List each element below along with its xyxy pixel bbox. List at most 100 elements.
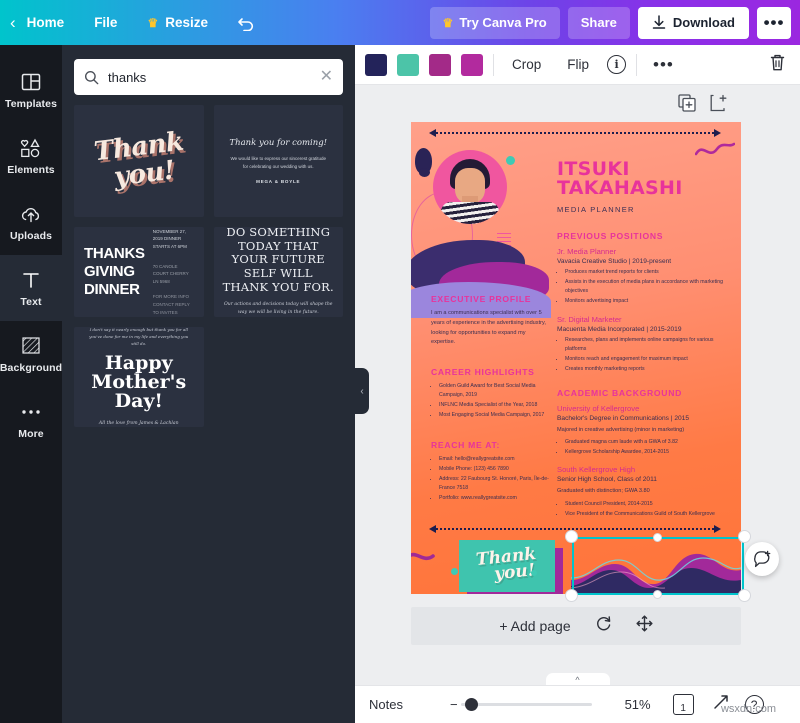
clear-search-icon[interactable]: ✕ (320, 69, 333, 85)
thumb-content: Thank you! (74, 105, 204, 217)
toolbar-more-icon[interactable]: ••• (647, 55, 680, 75)
search-box[interactable]: ✕ (74, 59, 343, 95)
sidebar-item-elements[interactable]: Elements (0, 123, 62, 189)
resume-role: MEDIA PLANNER (557, 204, 635, 214)
template-thumb-thanksgiving-dinner[interactable]: THANKSGIVINGDINNER WEDNESDAY NOVEMBER 27… (74, 227, 204, 317)
thumb-quote: DO SOMETHING TODAY THAT YOUR FUTURE SELF… (222, 227, 334, 294)
design-right-column: ITSUKI TAKAHASHI MEDIA PLANNER PREVIOUS … (557, 159, 729, 520)
executive-profile-body: I am a communications specialist with ov… (431, 310, 546, 346)
resize-button[interactable]: ♛ Resize (132, 7, 223, 39)
thumb-content: Thank you for coming! We would like to e… (214, 105, 344, 217)
contact-bullets: Email: hello@reallygreatsite.com Mobile … (439, 455, 549, 503)
page-count-button[interactable]: 1 (672, 691, 697, 715)
home-button[interactable]: Home (12, 7, 80, 39)
color-swatch-2[interactable] (397, 53, 419, 76)
list-item: Email: hello@reallygreatsite.com (439, 455, 549, 464)
list-item: Produces market trend reports for client… (565, 268, 729, 277)
thumb-content: I don't say it nearly enough but thank y… (74, 327, 204, 427)
list-item: Student Council President, 2014-2015 (565, 500, 729, 509)
delete-button[interactable] (769, 53, 790, 77)
file-label: File (94, 15, 118, 30)
list-item: Monitors advertising impact (565, 297, 729, 306)
crop-button[interactable]: Crop (504, 51, 549, 79)
file-menu-button[interactable]: File (79, 7, 132, 39)
try-canva-pro-button[interactable]: ♛ Try Canva Pro (429, 6, 560, 39)
template-thumb-future-self-quote[interactable]: DO SOMETHING TODAY THAT YOUR FUTURE SELF… (213, 227, 343, 317)
flip-button[interactable]: Flip (559, 51, 597, 79)
top-bar: ‹ Home File ♛ Resize ♛ Try Canva Pro Sha… (0, 0, 800, 45)
sidebar-item-uploads[interactable]: Uploads (0, 189, 62, 255)
download-button[interactable]: Download (637, 6, 749, 39)
crown-icon: ♛ (147, 15, 159, 30)
notes-button[interactable]: Notes (369, 697, 403, 712)
add-comment-button[interactable] (745, 542, 779, 576)
try-pro-label: Try Canva Pro (459, 15, 547, 30)
crop-label: Crop (512, 57, 542, 72)
zoom-percent-label[interactable]: 51% (625, 697, 651, 712)
add-page-button[interactable]: + Add page (499, 618, 570, 634)
add-page-icon[interactable] (710, 94, 728, 117)
heading-previous-positions: PREVIOUS POSITIONS (557, 230, 664, 241)
thumb-detail-1: WEDNESDAY NOVEMBER 27, 2019 DINNER START… (152, 228, 187, 249)
thumb-quote-sub: Our actions and decisions today will sha… (223, 302, 333, 316)
color-swatch-3[interactable] (429, 53, 451, 76)
resize-handle-bottom-right[interactable] (738, 589, 751, 602)
panel-collapse-handle[interactable]: ‹ (355, 368, 369, 414)
zoom-slider-track[interactable] (460, 698, 592, 711)
element-toolbar: Crop Flip i ••• (355, 45, 800, 85)
job1-bullets: Produces market trend reports for client… (565, 268, 729, 306)
resize-handle-bottom-left[interactable] (565, 589, 578, 602)
thumb-line2: you! (112, 155, 177, 193)
resize-handle-bottom-middle[interactable] (653, 590, 662, 599)
sidebar-item-templates[interactable]: Templates (0, 57, 62, 123)
editor-area: Crop Flip i ••• ITSUKI TAKAHASHI MEDIA P… (355, 45, 800, 723)
resize-handle-top-middle[interactable] (653, 533, 662, 542)
more-options-button[interactable]: ••• (757, 6, 791, 39)
selection-frame[interactable] (565, 530, 751, 602)
resize-handle-top-left[interactable] (565, 530, 578, 543)
top-bar-right-group: ♛ Try Canva Pro Share Download ••• (429, 6, 800, 39)
list-item: Mobile Phone: (123) 456 7890 (439, 465, 549, 474)
color-swatch-4[interactable] (461, 53, 483, 76)
job1-company: Vavacia Creative Studio | 2019-present (557, 257, 672, 265)
teal-dot-icon (451, 568, 458, 575)
resize-label: Resize (165, 15, 208, 30)
sidebar-item-more[interactable]: More (0, 387, 62, 453)
template-thumb-mothers-day[interactable]: I don't say it nearly enough but thank y… (74, 327, 204, 427)
school2-name: South Kellergrove High (557, 465, 636, 475)
sidebar-item-background[interactable]: Background (0, 321, 62, 387)
zoom-slider-knob[interactable] (464, 698, 478, 711)
design-page-1[interactable]: ITSUKI TAKAHASHI MEDIA PLANNER PREVIOUS … (411, 122, 741, 594)
template-thumb-wedding-thanks[interactable]: Thank you for coming! We would like to e… (213, 105, 344, 217)
list-item: Most Engaging Social Media Campaign, 201… (439, 411, 549, 420)
move-arrows-icon[interactable] (636, 615, 653, 637)
bottom-magenta-squiggle-icon (411, 552, 435, 561)
thanks-card-element[interactable]: Thank you! (459, 540, 555, 592)
resize-handle-top-right[interactable] (738, 530, 751, 543)
school1-bullets: Graduated magna cum laude with a GWA of … (565, 438, 729, 457)
list-item: Graduated magna cum laude with a GWA of … (565, 438, 729, 447)
zoom-out-icon[interactable]: − (450, 697, 458, 712)
color-swatch-1[interactable] (365, 53, 387, 76)
duplicate-page-icon[interactable] (678, 94, 696, 117)
dashed-bar (436, 132, 714, 134)
job1-title: Jr. Media Planner (557, 246, 617, 256)
magenta-squiggle-icon (695, 142, 735, 156)
ellipsis-icon: ••• (763, 12, 785, 32)
crown-icon: ♛ (442, 15, 454, 30)
list-item: Monitors reach and engagement for maximu… (565, 355, 729, 364)
search-input[interactable] (108, 69, 311, 85)
template-thumb-thank-you-script[interactable]: Thank you! (74, 105, 204, 217)
rotate-icon[interactable] (595, 615, 612, 637)
ellipsis-icon (20, 400, 42, 424)
school1-note: Majored in creative advertising (minor i… (557, 426, 685, 433)
undo-button[interactable] (223, 7, 270, 39)
selection-edge-left (572, 537, 574, 595)
info-circle-icon[interactable]: i (607, 55, 627, 74)
shapes-icon (20, 136, 42, 160)
school2-degree: Senior High School, Class of 2011 (557, 476, 657, 484)
hatch-pattern-icon (21, 334, 41, 358)
arrow-right-icon (714, 129, 721, 137)
sidebar-item-text[interactable]: Text (0, 255, 62, 321)
share-button[interactable]: Share (567, 6, 630, 39)
